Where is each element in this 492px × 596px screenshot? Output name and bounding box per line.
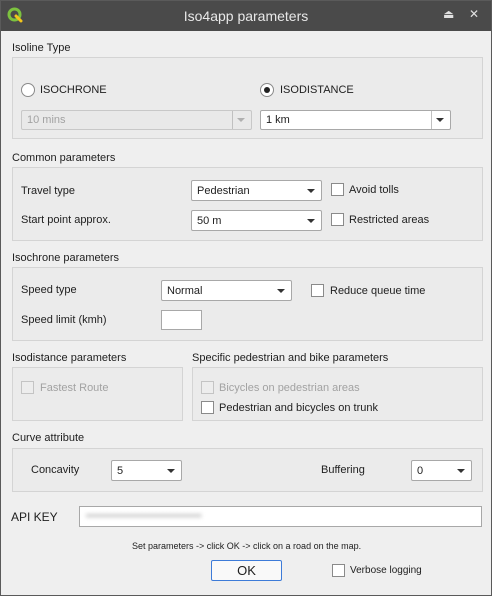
- api-key-label: API KEY: [11, 510, 58, 524]
- verbose-logging-checkbox[interactable]: [332, 564, 345, 577]
- dialog-window: Iso4app parameters ⏏ ✕ Isoline Type ISOC…: [0, 0, 492, 596]
- buffering-label: Buffering: [321, 464, 365, 476]
- verbose-logging-label: Verbose logging: [350, 565, 422, 576]
- isodistance-value-select[interactable]: 1 km: [260, 110, 451, 130]
- pedestrian-trunk-checkbox[interactable]: [201, 401, 214, 414]
- isochrone-time-select[interactable]: 10 mins: [21, 110, 252, 130]
- bicycles-pedestrian-label: Bicycles on pedestrian areas: [219, 382, 360, 394]
- minimize-button[interactable]: ⏏: [443, 7, 454, 21]
- chevron-down-icon: [277, 289, 285, 293]
- isochrone-parameters-group: [12, 267, 483, 341]
- speed-limit-input[interactable]: [161, 310, 202, 330]
- concavity-value: 5: [117, 465, 124, 477]
- concavity-label: Concavity: [31, 464, 80, 476]
- speed-type-value: Normal: [167, 285, 203, 297]
- isodistance-label: ISODISTANCE: [280, 84, 354, 96]
- concavity-select[interactable]: 5: [111, 460, 182, 481]
- close-button[interactable]: ✕: [469, 7, 479, 21]
- restricted-areas-checkbox[interactable]: [331, 213, 344, 226]
- avoid-tolls-checkbox[interactable]: [331, 183, 344, 196]
- isodistance-value: 1 km: [266, 114, 290, 126]
- reduce-queue-checkbox[interactable]: [311, 284, 324, 297]
- isodistance-parameters-group: [12, 367, 183, 421]
- isodistance-radio[interactable]: [260, 83, 274, 97]
- travel-type-value: Pedestrian: [197, 185, 250, 197]
- common-parameters-heading: Common parameters: [12, 152, 116, 164]
- isochrone-label: ISOCHRONE: [40, 84, 107, 96]
- chevron-down-icon: [307, 189, 315, 193]
- pedestrian-bike-heading: Specific pedestrian and bike parameters: [192, 352, 389, 364]
- travel-type-label: Travel type: [21, 185, 76, 197]
- api-key-input[interactable]: •••••••••••••••••••••••••••••••••: [79, 506, 482, 527]
- chevron-down-icon: [237, 118, 245, 122]
- chevron-down-icon: [436, 118, 444, 122]
- isochrone-time-value: 10 mins: [27, 114, 66, 126]
- pedestrian-trunk-label: Pedestrian and bicycles on trunk: [219, 402, 378, 414]
- fastest-route-label: Fastest Route: [40, 382, 109, 394]
- isochrone-radio[interactable]: [21, 83, 35, 97]
- chevron-down-icon: [457, 469, 465, 473]
- start-point-label: Start point approx.: [21, 214, 111, 226]
- chevron-down-icon: [307, 219, 315, 223]
- speed-limit-label: Speed limit (kmh): [21, 314, 107, 326]
- speed-type-label: Speed type: [21, 284, 77, 296]
- avoid-tolls-label: Avoid tolls: [349, 184, 399, 196]
- api-key-value: •••••••••••••••••••••••••••••••••: [86, 511, 202, 522]
- bicycles-pedestrian-checkbox[interactable]: [201, 381, 214, 394]
- buffering-select[interactable]: 0: [411, 460, 472, 481]
- buffering-value: 0: [417, 465, 424, 477]
- start-point-select[interactable]: 50 m: [191, 210, 322, 231]
- chevron-down-icon: [167, 469, 175, 473]
- travel-type-select[interactable]: Pedestrian: [191, 180, 322, 201]
- speed-type-select[interactable]: Normal: [161, 280, 292, 301]
- title-bar[interactable]: Iso4app parameters ⏏ ✕: [1, 1, 491, 31]
- isoline-type-heading: Isoline Type: [12, 42, 71, 54]
- start-point-value: 50 m: [197, 215, 222, 227]
- isodistance-parameters-heading: Isodistance parameters: [12, 352, 127, 364]
- window-title: Iso4app parameters: [183, 8, 309, 24]
- isochrone-parameters-heading: Isochrone parameters: [12, 252, 119, 264]
- ok-button[interactable]: OK: [211, 560, 282, 581]
- instruction-text: Set parameters -> click OK -> click on a…: [132, 541, 362, 551]
- curve-attribute-heading: Curve attribute: [12, 432, 85, 444]
- reduce-queue-label: Reduce queue time: [330, 285, 426, 297]
- restricted-areas-label: Restricted areas: [349, 214, 430, 226]
- fastest-route-checkbox[interactable]: [21, 381, 34, 394]
